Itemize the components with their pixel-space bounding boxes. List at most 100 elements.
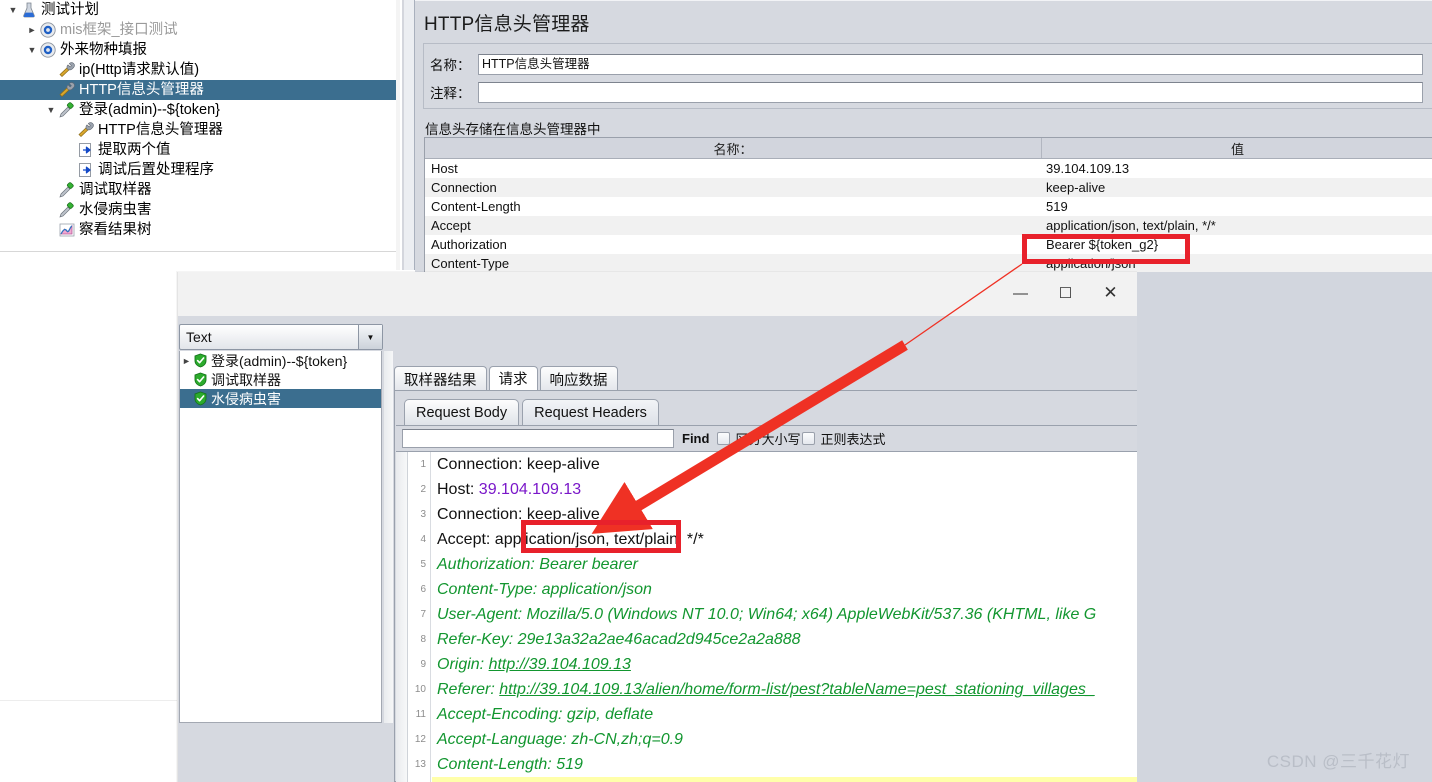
header-name-cell[interactable]: Content-Length — [425, 199, 1042, 214]
code-line[interactable]: Connection: keep-alive — [432, 502, 1137, 527]
header-value-cell[interactable]: application/json, text/plain, */* — [1042, 218, 1432, 233]
window-titlebar[interactable]: — ☐ ✕ — [178, 272, 1137, 316]
code-segment: */* — [686, 531, 704, 548]
tree-item[interactable]: ip(Http请求默认值) — [0, 60, 396, 80]
table-row[interactable]: Connection keep-alive — [425, 178, 1432, 197]
tab-item[interactable]: 取样器结果 — [394, 366, 487, 391]
tree-item-label: 水侵病虫害 — [79, 202, 152, 218]
table-row[interactable]: Content-Type application/json — [425, 254, 1432, 273]
code-line[interactable]: Host: 39.104.109.13 — [432, 477, 1137, 502]
header-value-cell[interactable]: keep-alive — [1042, 180, 1432, 195]
code-line[interactable]: Accept-Encoding: gzip, deflate — [432, 702, 1137, 727]
twisty-down-icon[interactable]: ▼ — [44, 100, 58, 120]
wrench-icon — [58, 61, 76, 79]
twisty-down-icon[interactable]: ▼ — [25, 40, 39, 60]
column-header-value[interactable]: 值 — [1042, 138, 1432, 158]
chevron-down-icon[interactable]: ▼ — [358, 325, 382, 349]
code-segment: Accept-Language: zh-CN,zh;q=0.9 — [437, 731, 683, 748]
comment-input[interactable] — [478, 81, 1423, 103]
chart-icon — [58, 221, 76, 239]
tree-item[interactable]: HTTP信息头管理器 — [0, 120, 396, 140]
tab-item[interactable]: Request Body — [404, 399, 520, 425]
tree-item[interactable]: 调试取样器 — [0, 180, 396, 200]
code-segment: 39.104.109.13 — [478, 481, 582, 498]
tab-item[interactable]: 响应数据 — [539, 366, 618, 391]
code-line[interactable] — [432, 777, 1137, 782]
results-tree[interactable]: ► 登录(admin)--${token} 调试取样器 水侵病虫害 — [179, 351, 382, 723]
code-line[interactable]: Origin: http://39.104.109.13 — [432, 652, 1137, 677]
column-header-name[interactable]: 名称： — [425, 138, 1042, 158]
header-name-cell[interactable]: Host — [425, 161, 1042, 176]
tree-item[interactable]: HTTP信息头管理器 — [0, 80, 396, 100]
code-line[interactable]: Content-Type: application/json — [432, 577, 1137, 602]
header-name-cell[interactable]: Connection — [425, 180, 1042, 195]
header-value-cell[interactable]: application/json — [1042, 256, 1432, 271]
table-row[interactable]: Host 39.104.109.13 — [425, 159, 1432, 178]
name-comment-box: 名称： HTTP信息头管理器 注释： — [423, 43, 1432, 109]
header-value-cell[interactable]: 39.104.109.13 — [1042, 161, 1432, 176]
tree-item[interactable]: ▼ 外来物种填报 — [0, 40, 396, 60]
http-header-manager-panel: HTTP信息头管理器 名称： HTTP信息头管理器 注释： 信息头存储在信息头管… — [415, 0, 1432, 277]
tree-item[interactable]: 水侵病虫害 — [0, 200, 396, 220]
search-input[interactable] — [402, 429, 674, 448]
wrench-icon — [77, 121, 95, 139]
code-segment: Accept-Encoding: gzip, deflate — [437, 706, 654, 723]
twisty-down-icon[interactable]: ▼ — [6, 0, 20, 20]
maximize-icon[interactable]: ☐ — [1043, 278, 1088, 308]
result-list-item[interactable]: 调试取样器 — [180, 370, 381, 389]
twisty-right-icon[interactable]: ► — [25, 20, 39, 40]
tree-item[interactable]: ▼ 登录(admin)--${token} — [0, 100, 396, 120]
tab-item[interactable]: 请求 — [488, 366, 538, 391]
tree-item[interactable]: ► mis框架_接口测试 — [0, 20, 396, 40]
headers-table[interactable]: 名称： 值 Host 39.104.109.13 Connection keep-al… — [424, 137, 1432, 277]
tree-item[interactable]: 提取两个值 — [0, 140, 396, 160]
code-line[interactable]: Content-Length: 519 — [432, 752, 1137, 777]
request-headers-viewer[interactable]: 1234567891011121314 Connection: keep-ali… — [396, 451, 1137, 782]
table-row[interactable]: Accept application/json, text/plain, */* — [425, 216, 1432, 235]
line-number-gutter: 1234567891011121314 — [408, 452, 431, 782]
view-format-value: Text — [186, 329, 212, 345]
code-line[interactable]: Accept-Language: zh-CN,zh;q=0.9 — [432, 727, 1137, 752]
header-name-cell[interactable]: Authorization — [425, 237, 1042, 252]
line-number: 4 — [420, 534, 426, 545]
case-sensitive-checkbox[interactable] — [717, 432, 731, 445]
regex-checkbox[interactable] — [802, 432, 816, 445]
test-plan-tree[interactable]: ▼ 测试计划 ► mis框架_接口测试 ▼ 外来物种填报 ip(Http请求默认值) HTTP… — [0, 0, 396, 252]
watermark: CSDN @三千花灯 — [1266, 752, 1410, 771]
code-line[interactable]: Authorization: Bearer bearer — [432, 552, 1137, 577]
result-list-item-label: 调试取样器 — [211, 371, 281, 388]
results-left-column: Text ▼ ► 登录(admin)--${token} 调试取样器 水侵病虫害 — [178, 324, 393, 782]
view-format-select[interactable]: Text ▼ — [179, 324, 383, 350]
tree-item[interactable]: 察看结果树 — [0, 220, 396, 240]
table-row[interactable]: Authorization Bearer ${token_g2} — [425, 235, 1432, 254]
line-number: 12 — [414, 734, 426, 745]
twisty-right-icon[interactable]: ► — [180, 351, 193, 371]
header-name-cell[interactable]: Content-Type — [425, 256, 1042, 271]
minimize-icon[interactable]: — — [998, 278, 1043, 308]
code-segment: http://39.104.109.13/alien/home/form-lis… — [499, 681, 1095, 698]
header-value-cell[interactable]: 519 — [1042, 199, 1432, 214]
result-tabs[interactable]: 取样器结果 请求 响应数据 — [394, 366, 620, 391]
result-list-item[interactable]: ► 登录(admin)--${token} — [180, 351, 381, 370]
code-vertical-scrollbar[interactable] — [396, 452, 408, 782]
table-row[interactable]: Content-Length 519 — [425, 197, 1432, 216]
close-icon[interactable]: ✕ — [1088, 278, 1133, 308]
result-list-item[interactable]: 水侵病虫害 — [180, 389, 381, 408]
tree-item[interactable]: ▼ 测试计划 — [0, 0, 396, 20]
header-value-cell[interactable]: Bearer ${token_g2} — [1042, 237, 1432, 252]
code-line[interactable]: User-Agent: Mozilla/5.0 (Windows NT 10.0… — [432, 602, 1137, 627]
vertical-splitter[interactable] — [396, 0, 415, 270]
tree-item[interactable]: 调试后置处理程序 — [0, 160, 396, 180]
find-button[interactable]: Find — [682, 431, 709, 446]
code-line[interactable]: Accept: application/json, text/plain, */… — [432, 527, 1137, 552]
line-number: 11 — [415, 709, 426, 720]
code-line[interactable]: Connection: keep-alive — [432, 452, 1137, 477]
find-bar: Find 区分大小写 正则表达式 — [396, 425, 1137, 451]
request-subtabs[interactable]: Request Body Request Headers — [404, 399, 662, 425]
tab-item[interactable]: Request Headers — [522, 399, 659, 425]
code-line[interactable]: Referer: http://39.104.109.13/alien/home… — [432, 677, 1137, 702]
code-line[interactable]: Refer-Key: 29e13a32a2ae46acad2d945ce2a2a… — [432, 627, 1137, 652]
header-name-cell[interactable]: Accept — [425, 218, 1042, 233]
results-tree-scrollbar[interactable] — [384, 351, 393, 723]
name-input[interactable]: HTTP信息头管理器 — [478, 53, 1423, 75]
